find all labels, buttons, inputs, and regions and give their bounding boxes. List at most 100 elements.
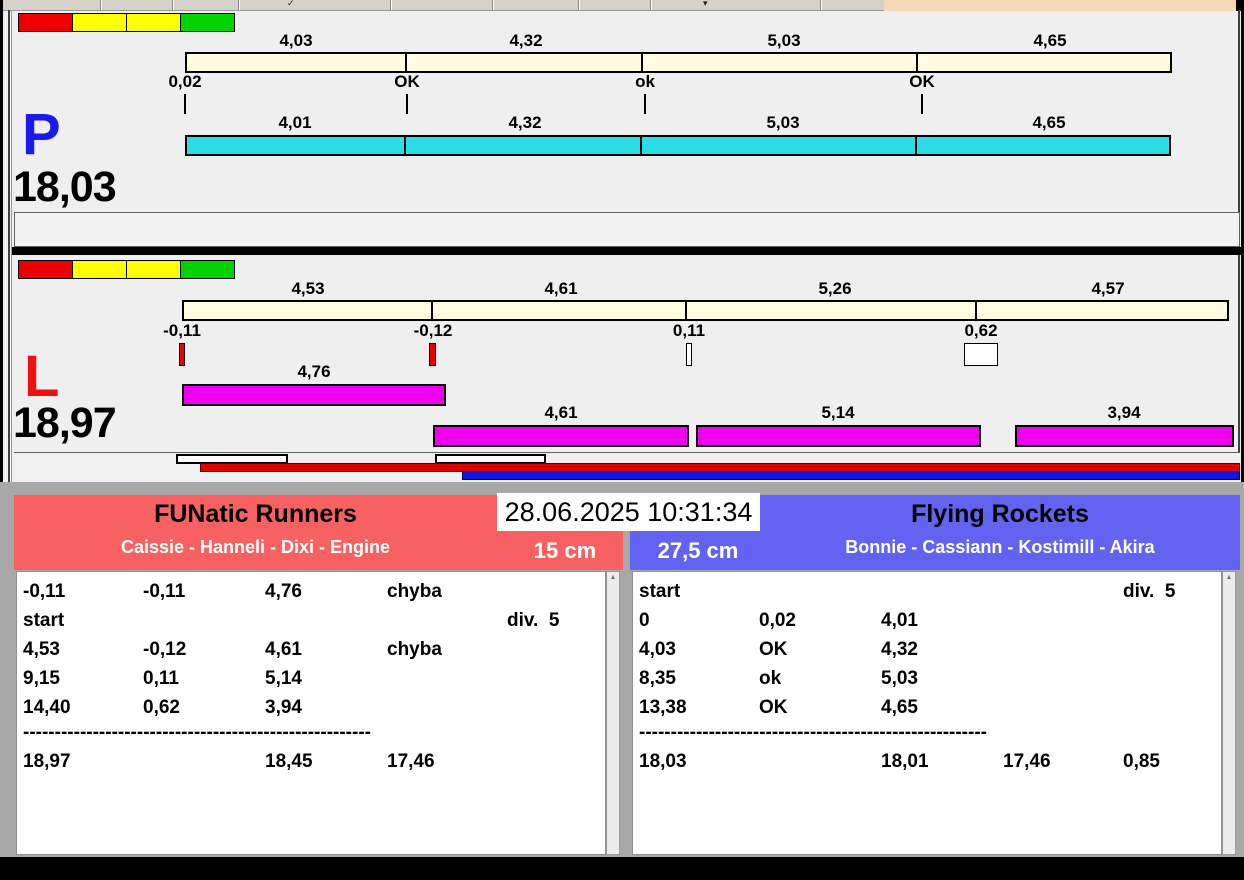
table-cell: 0,85 [1123, 751, 1160, 772]
result-segment-value: 4,32 [508, 113, 542, 132]
plan-segment-value: 5,26 [818, 279, 852, 298]
team-left-members: Caissie - Hanneli - Dixi - Engine [120, 537, 391, 557]
table-cell [881, 577, 1003, 606]
panel-total-l: 18,97 [13, 399, 117, 447]
team-right-progress-bar [462, 471, 1240, 480]
table-cell: 18,45 [265, 751, 313, 772]
plan-segment [431, 300, 687, 321]
toolbar-separator [650, 0, 651, 10]
plan-segment-value: 4,57 [1091, 279, 1125, 298]
empty-strip [14, 212, 1240, 247]
result-segment [915, 135, 1171, 156]
panel-total-p: 18,03 [13, 163, 117, 211]
table-separator: ----------------------------------------… [23, 722, 371, 743]
team-right-gap: 27,5 cm [657, 538, 739, 563]
status-block [180, 13, 235, 32]
result-segment-value: 4,01 [278, 113, 312, 132]
chevron-down-icon[interactable]: ▾ [703, 0, 708, 8]
checkpoint-label: -0,11 [163, 321, 201, 340]
panel-letter-l: L [24, 344, 60, 409]
plan-bar [182, 300, 1229, 321]
table-cell [507, 664, 605, 693]
checkpoint-tick [644, 94, 646, 114]
plan-segment [975, 300, 1229, 321]
toolbar-separator [172, 0, 173, 10]
checkpoint-label: OK [909, 72, 935, 91]
table-cell: div. 5 [507, 610, 560, 631]
checkpoint-label: 0,62 [964, 321, 998, 340]
table-row: 13,38 OK 4,65 [639, 693, 1221, 722]
exchange-progress-strip [14, 452, 1240, 483]
toolbar-separator [820, 0, 821, 10]
result-segment [640, 135, 917, 156]
status-block [18, 260, 73, 279]
table-cell: 8,35 [639, 668, 676, 689]
plan-segment-value: 4,53 [291, 279, 325, 298]
table-cell [265, 606, 387, 635]
table-cell: 0,11 [143, 668, 179, 689]
team-right-scrollbar[interactable]: ▲ [1222, 571, 1236, 855]
toolbar-separator [578, 0, 579, 10]
status-blocks [18, 260, 235, 279]
scroll-up-icon[interactable]: ▲ [607, 572, 619, 584]
table-totals-row: 18,03 18,01 17,46 0,85 [639, 747, 1221, 776]
datetime-display: 28.06.2025 10:31:34 [497, 493, 760, 531]
status-block [180, 260, 235, 279]
table-row: start div. 5 [639, 577, 1221, 606]
result-segment-value: 5,03 [766, 113, 800, 132]
checkpoint-label: ok [635, 72, 655, 91]
result-segment [185, 135, 406, 156]
gap-marker [964, 343, 998, 366]
result-leg-value: 5,14 [821, 403, 855, 422]
fault-marker [429, 343, 436, 366]
toolbar-separator [100, 0, 101, 10]
scroll-up-icon[interactable]: ▲ [1223, 572, 1235, 584]
table-cell: 0,62 [143, 697, 180, 718]
table-cell: 3,94 [265, 697, 302, 718]
table-cell [759, 747, 881, 776]
team-right-members: Bonnie - Cassiann - Kostimill - Akira [845, 537, 1155, 557]
table-cell: 9,15 [23, 668, 60, 689]
team-left-scrollbar[interactable]: ▲ [606, 571, 620, 855]
plan-bar [185, 52, 1172, 73]
checkpoint-tick [184, 94, 186, 114]
table-cell: 4,03 [639, 639, 676, 660]
toolbar-separator [390, 0, 391, 10]
table-cell: 18,01 [881, 751, 929, 772]
table-row: 14,40 0,62 3,94 [23, 693, 605, 722]
table-cell: 14,40 [23, 697, 71, 718]
plan-segment-value: 4,03 [279, 31, 313, 50]
result-segment [404, 135, 642, 156]
check-icon[interactable]: ✓ [287, 0, 295, 8]
result-leg-bar [696, 425, 981, 447]
table-cell [507, 635, 605, 664]
result-segment-value: 4,65 [1032, 113, 1066, 132]
table-cell [1003, 693, 1123, 722]
panel-p: P 18,03 4,03 4,32 5,03 4,65 0,02 OK ok OK 4,01 4,32… [0, 10, 1244, 212]
table-cell [1123, 664, 1221, 693]
checkpoint-tick [921, 94, 923, 114]
table-cell [1123, 635, 1221, 664]
checkpoint-label: -0,12 [413, 321, 453, 340]
team-right-results-list[interactable]: start div. 5 0 0,02 4,01 4,03 OK 4,32 8,35 ok 5,03… [632, 571, 1222, 855]
table-cell: 4,65 [881, 697, 918, 718]
result-bar [185, 135, 1171, 156]
table-cell: -0,11 [23, 581, 66, 602]
table-cell [1003, 664, 1123, 693]
table-row: 4,03 OK 4,32 [639, 635, 1221, 664]
status-block [126, 13, 181, 32]
plan-segment [182, 300, 433, 321]
team-left-results-list[interactable]: -0,11 -0,11 4,76 chyba start div. 5 4,53 -0,12 4… [16, 571, 606, 855]
table-cell [387, 693, 507, 722]
toolbar-separator [492, 0, 493, 10]
plan-segment [641, 52, 918, 73]
table-cell: 5,14 [265, 668, 302, 689]
table-cell: 17,46 [1003, 751, 1051, 772]
team-left-gap: 15 cm [533, 538, 597, 563]
table-separator: ----------------------------------------… [639, 722, 987, 743]
result-leg1-bar [182, 384, 446, 406]
result-leg-bar [433, 425, 689, 447]
table-cell: 4,61 [265, 639, 302, 660]
table-cell: div. 5 [1123, 581, 1176, 602]
table-row: 4,53 -0,12 4,61 chyba [23, 635, 605, 664]
